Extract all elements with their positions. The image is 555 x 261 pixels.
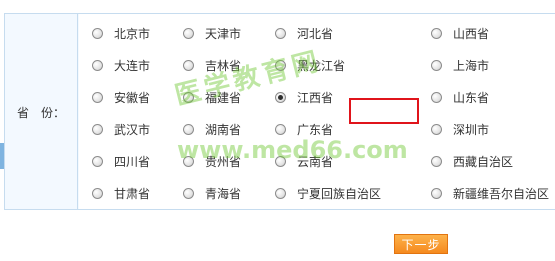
province-option-yunnan[interactable]: 云南省	[275, 152, 333, 170]
province-option-dalian[interactable]: 大连市	[92, 56, 150, 74]
radio-button-selected[interactable]	[275, 91, 286, 103]
province-options: 北京市 天津市 河北省 山西省 大连市 吉林省 黑龙江省 上海市 安徽省 福建省…	[79, 14, 555, 209]
label-cell: 省 份：	[5, 14, 78, 209]
province-option-guangdong[interactable]: 广东省	[275, 120, 333, 138]
radio-button[interactable]	[92, 91, 103, 103]
radio-button[interactable]	[92, 59, 103, 71]
province-option-tibet[interactable]: 西藏自治区	[431, 152, 513, 170]
radio-button[interactable]	[183, 187, 194, 199]
radio-button[interactable]	[183, 27, 194, 39]
option-label: 安徽省	[114, 90, 151, 105]
radio-button[interactable]	[275, 27, 286, 39]
option-label: 新疆维吾尔自治区	[453, 186, 550, 201]
option-label: 江西省	[297, 90, 334, 105]
option-label: 西藏自治区	[453, 154, 514, 169]
radio-button[interactable]	[431, 59, 442, 71]
next-step-button[interactable]: 下一步	[394, 234, 448, 254]
province-option-beijing[interactable]: 北京市	[92, 24, 150, 42]
option-label: 贵州省	[205, 154, 242, 169]
option-label: 广东省	[297, 122, 334, 137]
radio-button[interactable]	[92, 27, 103, 39]
province-option-anhui[interactable]: 安徽省	[92, 88, 150, 106]
radio-button[interactable]	[431, 91, 442, 103]
option-label: 深圳市	[453, 122, 490, 137]
province-option-gansu[interactable]: 甘肃省	[92, 184, 150, 202]
province-option-heilongjiang[interactable]: 黑龙江省	[275, 56, 345, 74]
option-label: 宁夏回族自治区	[297, 186, 382, 201]
selection-highlight-box	[349, 98, 419, 124]
option-label: 吉林省	[205, 58, 242, 73]
option-label: 云南省	[297, 154, 334, 169]
radio-button[interactable]	[275, 155, 286, 167]
radio-button[interactable]	[431, 27, 442, 39]
province-option-qinghai[interactable]: 青海省	[183, 184, 241, 202]
option-label: 湖南省	[205, 122, 242, 137]
radio-button[interactable]	[92, 187, 103, 199]
radio-button[interactable]	[183, 155, 194, 167]
radio-button[interactable]	[183, 91, 194, 103]
radio-button[interactable]	[275, 123, 286, 135]
option-label: 大连市	[114, 58, 151, 73]
radio-button[interactable]	[275, 187, 286, 199]
option-label: 山东省	[453, 90, 490, 105]
option-label: 天津市	[205, 26, 242, 41]
province-option-wuhan[interactable]: 武汉市	[92, 120, 150, 138]
radio-button[interactable]	[431, 123, 442, 135]
left-edge-tab	[0, 143, 4, 169]
option-label: 福建省	[205, 90, 242, 105]
option-label: 四川省	[114, 154, 151, 169]
province-option-shandong[interactable]: 山东省	[431, 88, 489, 106]
radio-button[interactable]	[431, 155, 442, 167]
province-option-shanxi[interactable]: 山西省	[431, 24, 489, 42]
option-label: 黑龙江省	[297, 58, 346, 73]
province-option-shenzhen[interactable]: 深圳市	[431, 120, 489, 138]
option-label: 河北省	[297, 26, 334, 41]
province-option-fujian[interactable]: 福建省	[183, 88, 241, 106]
province-label: 省 份：	[17, 106, 66, 120]
province-form: 省 份： 北京市 天津市 河北省 山西省 大连市 吉林省 黑龙江省 上海市 安徽…	[4, 13, 555, 210]
province-option-tianjin[interactable]: 天津市	[183, 24, 241, 42]
province-option-guizhou[interactable]: 贵州省	[183, 152, 241, 170]
radio-button[interactable]	[183, 123, 194, 135]
province-option-xinjiang[interactable]: 新疆维吾尔自治区	[431, 184, 549, 202]
option-label: 山西省	[453, 26, 490, 41]
province-option-jiangxi[interactable]: 江西省	[275, 88, 333, 106]
radio-button[interactable]	[431, 187, 442, 199]
radio-button[interactable]	[92, 123, 103, 135]
option-label: 武汉市	[114, 122, 151, 137]
province-option-shanghai[interactable]: 上海市	[431, 56, 489, 74]
radio-button[interactable]	[275, 59, 286, 71]
province-option-ningxia[interactable]: 宁夏回族自治区	[275, 184, 381, 202]
radio-button[interactable]	[183, 59, 194, 71]
province-option-hunan[interactable]: 湖南省	[183, 120, 241, 138]
province-option-jilin[interactable]: 吉林省	[183, 56, 241, 74]
radio-button[interactable]	[92, 155, 103, 167]
province-option-hebei[interactable]: 河北省	[275, 24, 333, 42]
option-label: 青海省	[205, 186, 242, 201]
option-label: 甘肃省	[114, 186, 151, 201]
option-label: 上海市	[453, 58, 490, 73]
option-label: 北京市	[114, 26, 151, 41]
province-option-sichuan[interactable]: 四川省	[92, 152, 150, 170]
